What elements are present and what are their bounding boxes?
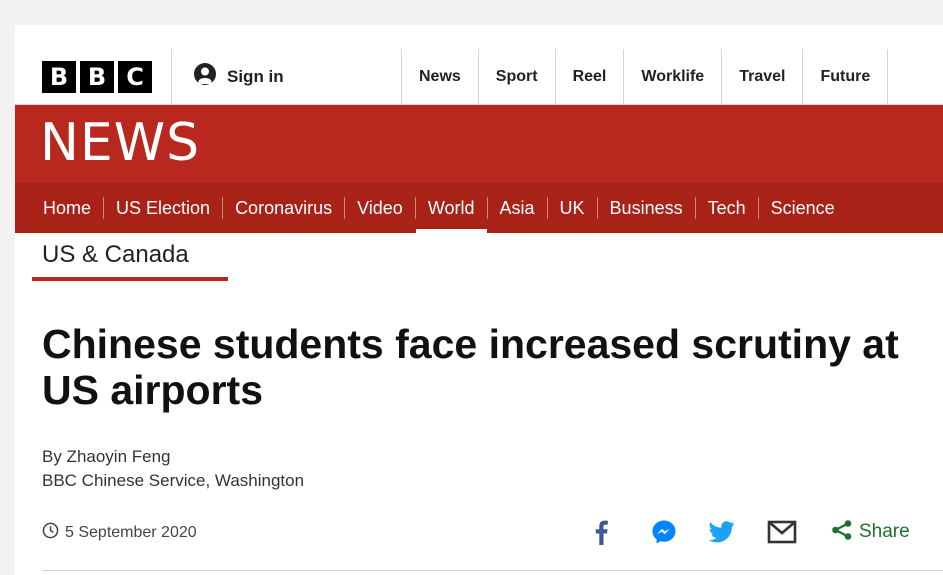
section-nav-science[interactable]: Science [757,197,847,219]
news-banner: NEWS [15,105,943,183]
top-nav-news[interactable]: News [401,49,478,104]
top-nav-travel[interactable]: Travel [721,49,802,104]
top-nav-reel[interactable]: Reel [554,49,624,104]
section-nav-asia[interactable]: Asia [486,197,547,219]
top-nav: News Sport Reel Worklife Travel Future [401,49,889,104]
twitter-icon[interactable] [709,514,735,550]
page: B B C Sign in News Sport Reel Worklife T… [15,25,943,575]
author-name: By Zhaoyin Feng [42,447,171,466]
logo-letter: C [118,61,152,93]
top-nav-sport[interactable]: Sport [477,49,555,104]
divider [42,570,943,571]
publish-date: 5 September 2020 [42,522,197,544]
section-nav-video[interactable]: Video [344,197,415,219]
date-text: 5 September 2020 [65,524,197,541]
section-nav-business[interactable]: Business [596,197,695,219]
author-affiliation: BBC Chinese Service, Washington [42,471,305,490]
article-headline: Chinese students face increased scrutiny… [42,321,899,413]
top-nav-overflow [887,49,889,104]
news-wordmark[interactable]: NEWS [40,113,200,173]
logo-letter: B [80,61,114,93]
section-nav-world[interactable]: World [414,197,487,233]
share-label: Share [859,521,910,542]
section-nav-home[interactable]: Home [31,197,103,219]
divider [171,49,172,104]
bbc-logo[interactable]: B B C [42,61,152,93]
top-bar: B B C Sign in News Sport Reel Worklife T… [15,49,943,105]
section-nav-tech[interactable]: Tech [694,197,758,219]
share-button[interactable]: Share [831,514,910,550]
facebook-icon[interactable] [593,514,609,550]
share-icon [831,519,853,546]
section-underline [32,277,228,281]
email-icon[interactable] [767,514,797,550]
top-nav-future[interactable]: Future [802,49,887,104]
top-nav-worklife[interactable]: Worklife [623,49,721,104]
byline: By Zhaoyin Feng BBC Chinese Service, Was… [42,445,304,493]
user-icon [193,62,217,91]
section-title[interactable]: US & Canada [42,241,189,269]
section-nav-uk[interactable]: UK [546,197,597,219]
clock-icon [42,522,59,544]
section-nav-us-election[interactable]: US Election [103,197,222,219]
sign-in-label: Sign in [227,66,284,86]
section-nav: Home US Election Coronavirus Video World… [15,183,943,233]
messenger-icon[interactable] [651,514,677,550]
sign-in-button[interactable]: Sign in [193,49,284,104]
section-nav-coronavirus[interactable]: Coronavirus [222,197,344,219]
logo-letter: B [42,61,76,93]
